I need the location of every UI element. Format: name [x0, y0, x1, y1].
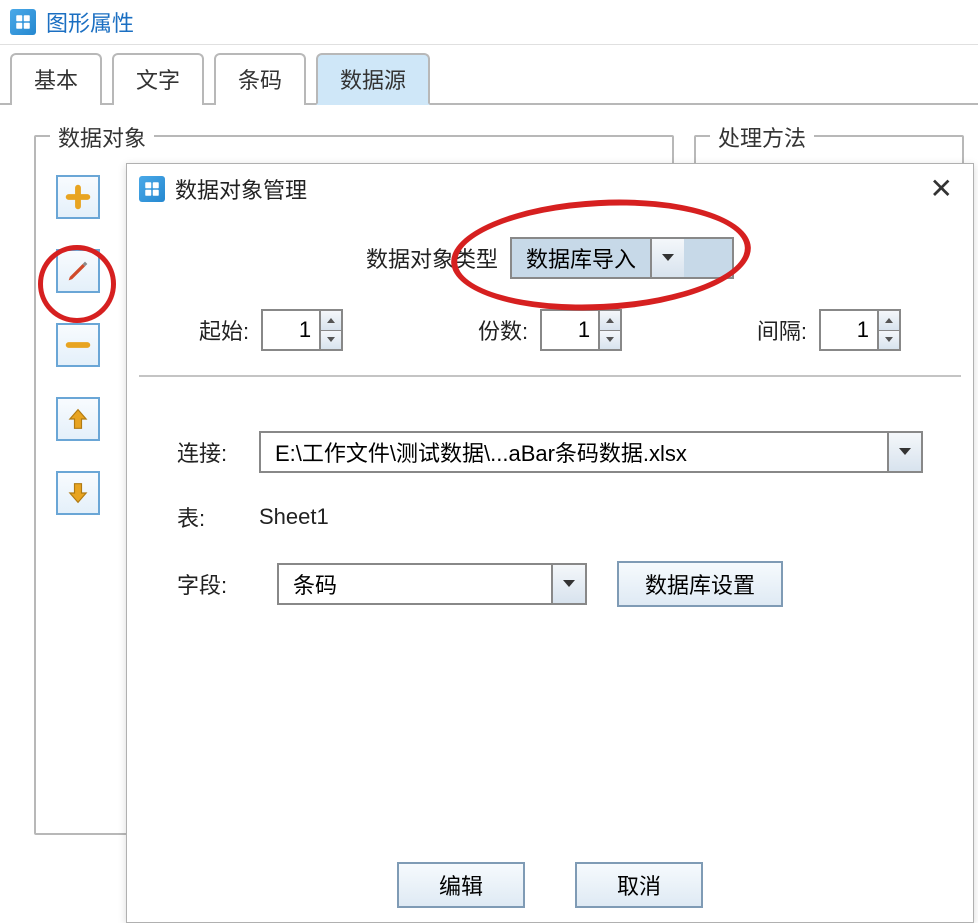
type-combo[interactable]: 数据库导入: [510, 237, 734, 279]
group-label-methods: 处理方法: [710, 121, 814, 153]
dialog-titlebar: 数据对象管理 ✕: [127, 164, 973, 213]
interval-spin-down[interactable]: [879, 331, 899, 350]
count-spinner[interactable]: 1: [540, 309, 622, 351]
interval-label: 间隔:: [757, 314, 807, 346]
field-label: 字段:: [177, 568, 247, 600]
tab-basic[interactable]: 基本: [10, 53, 102, 105]
field-value: 条码: [279, 565, 551, 603]
dialog-title: 数据对象管理: [175, 173, 922, 205]
count-value: 1: [542, 311, 598, 349]
window-title: 图形属性: [46, 6, 134, 38]
dialog-buttons: 编辑 取消: [127, 862, 973, 908]
arrow-down-icon: [64, 479, 92, 507]
chevron-down-icon: [605, 336, 615, 343]
start-spin-up[interactable]: [321, 311, 341, 331]
tabs: 基本 文字 条码 数据源: [0, 45, 978, 105]
pencil-icon: [64, 257, 92, 285]
arrow-up-icon: [64, 405, 92, 433]
table-value: Sheet1: [259, 504, 329, 530]
group-label-data-objects: 数据对象: [50, 121, 154, 153]
app-icon: [10, 9, 36, 35]
interval-spin-up[interactable]: [879, 311, 899, 331]
chevron-up-icon: [884, 317, 894, 324]
chevron-down-icon: [897, 446, 913, 458]
table-label: 表:: [177, 501, 247, 533]
close-button[interactable]: ✕: [922, 172, 961, 205]
type-combo-value: 数据库导入: [512, 239, 650, 277]
cancel-button[interactable]: 取消: [575, 862, 703, 908]
move-down-button[interactable]: [56, 471, 100, 515]
chevron-down-icon: [660, 252, 676, 264]
add-button[interactable]: [56, 175, 100, 219]
plus-icon: [64, 183, 92, 211]
start-spinner[interactable]: 1: [261, 309, 343, 351]
field-combo[interactable]: 条码: [277, 563, 587, 605]
move-up-button[interactable]: [56, 397, 100, 441]
dialog-top-section: 数据对象类型 数据库导入 起始: 1: [139, 227, 961, 377]
remove-button[interactable]: [56, 323, 100, 367]
conn-label: 连接:: [177, 436, 247, 468]
main-content: 数据对象 处理方法 数据对象管理 ✕: [0, 105, 978, 865]
start-label: 起始:: [199, 314, 249, 346]
start-spin-down[interactable]: [321, 331, 341, 350]
conn-value: E:\工作文件\测试数据\...aBar条码数据.xlsx: [261, 433, 887, 471]
chevron-down-icon: [561, 578, 577, 590]
type-combo-arrow[interactable]: [650, 239, 684, 277]
conn-combo-arrow[interactable]: [887, 433, 921, 471]
data-object-dialog: 数据对象管理 ✕ 数据对象类型 数据库导入 起始: 1: [126, 163, 974, 923]
start-value: 1: [263, 311, 319, 349]
edit-button[interactable]: [56, 249, 100, 293]
chevron-up-icon: [326, 317, 336, 324]
tab-barcode[interactable]: 条码: [214, 53, 306, 105]
type-label: 数据对象类型: [366, 242, 498, 274]
main-titlebar: 图形属性: [0, 0, 978, 45]
chevron-down-icon: [326, 336, 336, 343]
tab-text[interactable]: 文字: [112, 53, 204, 105]
chevron-up-icon: [605, 317, 615, 324]
edit-dialog-button[interactable]: 编辑: [397, 862, 525, 908]
count-label: 份数:: [478, 314, 528, 346]
minus-icon: [64, 331, 92, 359]
field-combo-arrow[interactable]: [551, 565, 585, 603]
toolbar-column: [56, 175, 100, 515]
tab-datasource[interactable]: 数据源: [316, 53, 430, 105]
count-spin-up[interactable]: [600, 311, 620, 331]
db-settings-button[interactable]: 数据库设置: [617, 561, 783, 607]
dialog-icon: [139, 176, 165, 202]
chevron-down-icon: [884, 336, 894, 343]
interval-value: 1: [821, 311, 877, 349]
conn-combo[interactable]: E:\工作文件\测试数据\...aBar条码数据.xlsx: [259, 431, 923, 473]
close-icon: ✕: [930, 173, 953, 204]
interval-spinner[interactable]: 1: [819, 309, 901, 351]
count-spin-down[interactable]: [600, 331, 620, 350]
